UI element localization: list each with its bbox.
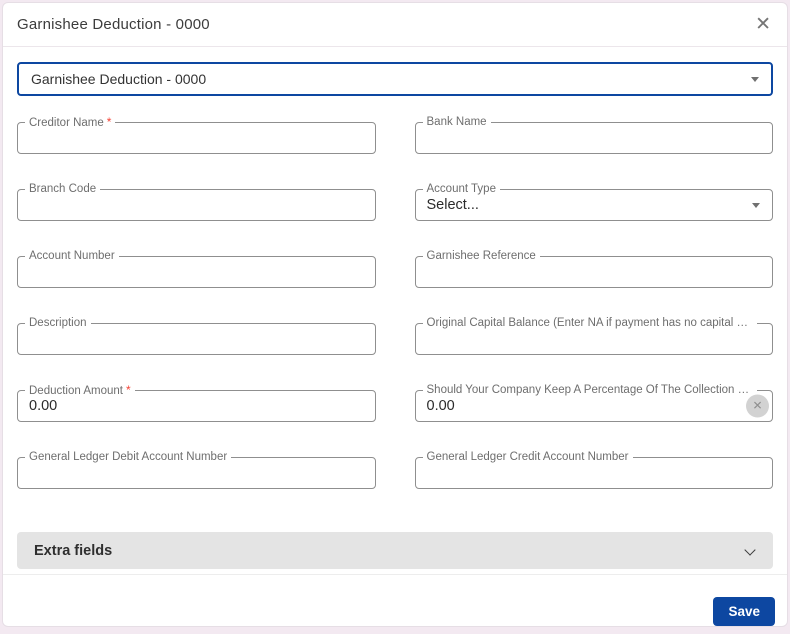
garnishee-reference-label: Garnishee Reference bbox=[422, 249, 540, 263]
modal-body: Garnishee Deduction - 0000 Creditor Name… bbox=[3, 47, 787, 569]
description-label: Description bbox=[25, 316, 91, 330]
gl-debit-account-label: General Ledger Debit Account Number bbox=[25, 450, 232, 464]
bank-name-label: Bank Name bbox=[422, 115, 491, 129]
collection-fee-percentage-value: 0.00 bbox=[426, 398, 455, 414]
chevron-down-icon bbox=[752, 203, 760, 208]
gl-credit-account-label: General Ledger Credit Account Number bbox=[422, 450, 633, 464]
close-icon[interactable]: ✕ bbox=[755, 15, 771, 34]
save-button[interactable]: Save bbox=[713, 597, 775, 626]
branch-code-label: Branch Code bbox=[25, 182, 101, 196]
account-number-field[interactable]: Account Number bbox=[17, 249, 376, 288]
collection-fee-percentage-label: Should Your Company Keep A Percentage Of… bbox=[422, 383, 757, 397]
account-type-label: Account Type bbox=[422, 182, 500, 196]
extra-fields-label: Extra fields bbox=[34, 542, 113, 559]
creditor-name-label: Creditor Name * bbox=[25, 115, 116, 130]
deduction-amount-field[interactable]: Deduction Amount * 0.00 bbox=[17, 383, 376, 422]
deduction-amount-label: Deduction Amount * bbox=[25, 383, 135, 398]
original-capital-balance-label: Original Capital Balance (Enter NA if pa… bbox=[422, 316, 757, 330]
modal-footer: Save bbox=[3, 574, 787, 626]
branch-code-field[interactable]: Branch Code bbox=[17, 182, 376, 221]
original-capital-balance-field[interactable]: Original Capital Balance (Enter NA if pa… bbox=[414, 316, 773, 355]
deduction-type-value: Garnishee Deduction - 0000 bbox=[31, 71, 207, 87]
account-type-select[interactable]: Account Type Select... bbox=[414, 182, 773, 221]
modal-header: Garnishee Deduction - 0000 ✕ bbox=[3, 3, 787, 47]
required-asterisk: * bbox=[106, 115, 112, 129]
collection-fee-percentage-field[interactable]: Should Your Company Keep A Percentage Of… bbox=[414, 383, 773, 422]
form-grid: Creditor Name * Bank Name Branch Code Acc… bbox=[17, 115, 773, 489]
clear-field-icon[interactable]: ✕ bbox=[746, 394, 769, 418]
gl-credit-account-field[interactable]: General Ledger Credit Account Number bbox=[414, 450, 773, 489]
garnishee-deduction-modal: Garnishee Deduction - 0000 ✕ Garnishee D… bbox=[2, 2, 788, 627]
garnishee-reference-field[interactable]: Garnishee Reference bbox=[414, 249, 773, 288]
gl-debit-account-field[interactable]: General Ledger Debit Account Number bbox=[17, 450, 376, 489]
creditor-name-field[interactable]: Creditor Name * bbox=[17, 115, 376, 154]
deduction-amount-value: 0.00 bbox=[29, 398, 58, 414]
required-asterisk: * bbox=[125, 383, 131, 397]
account-type-value: Select... bbox=[426, 197, 479, 213]
account-number-label: Account Number bbox=[25, 249, 119, 263]
description-field[interactable]: Description bbox=[17, 316, 376, 355]
deduction-type-select[interactable]: Garnishee Deduction - 0000 bbox=[17, 62, 773, 96]
chevron-down-icon bbox=[745, 546, 755, 556]
bank-name-field[interactable]: Bank Name bbox=[414, 115, 773, 154]
extra-fields-accordion[interactable]: Extra fields bbox=[17, 532, 773, 569]
modal-title: Garnishee Deduction - 0000 bbox=[17, 16, 210, 33]
chevron-down-icon bbox=[751, 77, 759, 82]
